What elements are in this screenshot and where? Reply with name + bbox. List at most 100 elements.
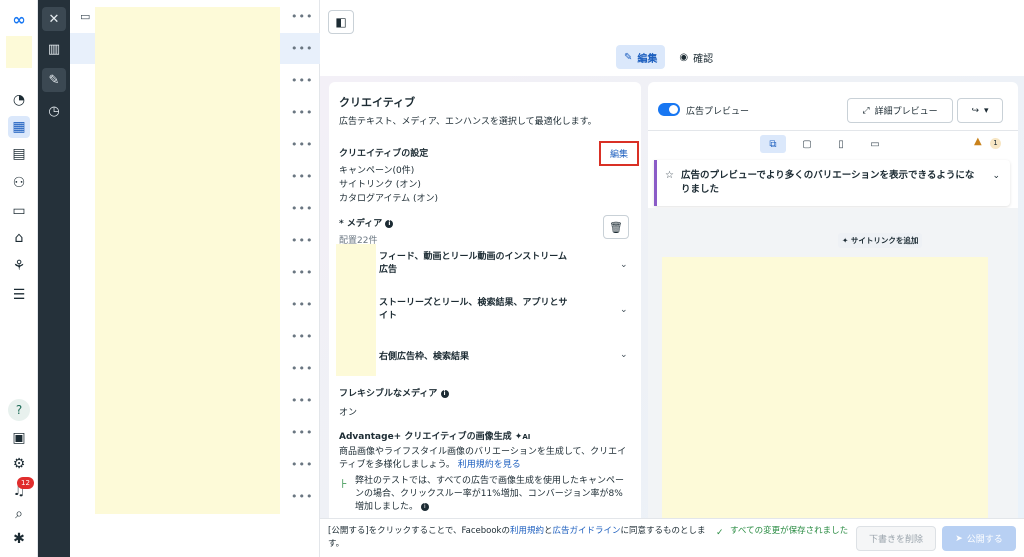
media-placement-row[interactable]: フィード、動画とリール動画のインストリーム広告 bbox=[379, 251, 569, 277]
billing-icon[interactable]: ▭ bbox=[8, 200, 30, 222]
megaphone-icon[interactable]: ⌂ bbox=[8, 227, 30, 249]
preview-notice-text: 広告のプレビューでより多くのバリエーションを表示できるようになりました bbox=[681, 170, 975, 195]
row-menu-icon[interactable]: ••• bbox=[291, 490, 313, 503]
eye-icon: ◉ bbox=[679, 51, 689, 63]
gear-icon[interactable]: ⚙ bbox=[8, 453, 30, 475]
row-menu-icon[interactable]: ••• bbox=[291, 106, 313, 119]
gauge-icon[interactable]: ◔ bbox=[8, 89, 30, 111]
settings-line: サイトリンク (オン) bbox=[339, 180, 421, 190]
detail-preview-button[interactable]: ⤢ 詳細プレビュー bbox=[847, 98, 953, 123]
tab-edit-label: 編集 bbox=[637, 53, 658, 65]
chevron-down-icon[interactable]: ⌄ bbox=[992, 171, 1000, 181]
editor-main: ◧ ✎ 編集 ◉ 確認 クリエイティブ 広告テキスト、メディア、エンハンスを選択… bbox=[320, 0, 1024, 557]
chevron-down-icon[interactable]: ⌄ bbox=[620, 350, 628, 360]
tab-review[interactable]: ◉ 確認 bbox=[671, 45, 721, 69]
row-menu-icon[interactable]: ••• bbox=[291, 266, 313, 279]
terms-link[interactable]: 利用規約を見る bbox=[458, 460, 521, 470]
trash-icon[interactable]: 🗑 bbox=[603, 215, 629, 239]
publish-button[interactable]: ➤ 公開する bbox=[942, 526, 1016, 551]
row-menu-icon[interactable]: ••• bbox=[291, 10, 313, 23]
preview-toggle[interactable] bbox=[658, 103, 680, 116]
add-sitelink-button[interactable]: ✦ サイトリンクを追加 bbox=[838, 233, 923, 248]
info-icon[interactable]: i bbox=[420, 502, 429, 511]
row-menu-icon[interactable]: ••• bbox=[291, 42, 313, 55]
bug-icon[interactable]: ✱ bbox=[8, 528, 30, 550]
media-placement-row[interactable]: 右側広告枠、検索結果 bbox=[379, 351, 569, 364]
row-menu-icon[interactable]: ••• bbox=[291, 74, 313, 87]
app-root: ∞ ◔ ▦ ▤ ⚇ ▭ ⌂ ⚘ ☰ ? ▣ ⚙ ♫ 12 ⌕ ✱ ✕ ▥ ✎ ◷… bbox=[0, 0, 1024, 557]
tab-review-label: 確認 bbox=[693, 53, 714, 65]
media-thumbnail-placeholder bbox=[336, 244, 376, 376]
caret-down-icon: ▾ bbox=[984, 105, 989, 116]
test-stat-text: 弊社のテストでは、すべての広告で画像生成を使用したキャンペーンの場合、クリックス… bbox=[355, 476, 625, 512]
campaign-tree: ▭ ••• ••• ••• ••• ••• ••• ••• ••• ••• ••… bbox=[70, 0, 320, 557]
discard-draft-button[interactable]: 下書きを削除 bbox=[856, 526, 936, 551]
tab-edit[interactable]: ✎ 編集 bbox=[616, 45, 666, 69]
folder-icon[interactable]: ▭ bbox=[80, 10, 90, 23]
creative-title: クリエイティブ bbox=[339, 96, 416, 109]
chart-icon[interactable]: ▥ bbox=[42, 37, 66, 61]
media-placement-row[interactable]: ストーリーズとリール、検索結果、アプリとサイト bbox=[379, 297, 569, 323]
share-button[interactable]: ↪ ▾ bbox=[957, 98, 1003, 123]
phone-icon[interactable]: ▯ bbox=[828, 135, 854, 153]
guidelines-link[interactable]: 広告ガイドライン bbox=[553, 526, 621, 536]
search-icon[interactable]: ⌕ bbox=[8, 503, 30, 525]
flex-media-title: フレキシブルなメディア i bbox=[339, 386, 449, 399]
desktop-mobile-icon[interactable]: ⧉ bbox=[760, 135, 786, 153]
meta-logo-icon[interactable]: ∞ bbox=[8, 8, 30, 30]
consent-prefix: [公開する]をクリックすることで、Facebookの bbox=[328, 526, 510, 536]
warning-icon[interactable]: ▲ bbox=[974, 136, 982, 147]
creative-card: クリエイティブ 広告テキスト、メディア、エンハンスを選択して最適化します。 クリ… bbox=[329, 82, 641, 557]
test-stat: 弊社のテストでは、すべての広告で画像生成を使用したキャンペーンの場合、クリックス… bbox=[355, 475, 630, 514]
row-menu-icon[interactable]: ••• bbox=[291, 362, 313, 375]
settings-line: カタログアイテム (オン) bbox=[339, 194, 438, 204]
row-menu-icon[interactable]: ••• bbox=[291, 138, 313, 151]
row-menu-icon[interactable]: ••• bbox=[291, 426, 313, 439]
people-icon[interactable]: ⚇ bbox=[8, 172, 30, 194]
advantage-description: 商品画像やライフスタイル画像のバリエーションを生成して、クリエイティブを多様化し… bbox=[339, 446, 629, 472]
row-menu-icon[interactable]: ••• bbox=[291, 458, 313, 471]
terms-link[interactable]: 利用規約 bbox=[510, 526, 544, 536]
row-menu-icon[interactable]: ••• bbox=[291, 394, 313, 407]
ad-preview-placeholder bbox=[662, 257, 988, 557]
saved-status: すべての変更が保存されました bbox=[730, 526, 849, 536]
publish-label: 公開する bbox=[966, 535, 1003, 545]
pencil-icon[interactable]: ✎ bbox=[42, 68, 66, 92]
editor-toolbar: ◧ ✎ 編集 ◉ 確認 bbox=[320, 0, 1024, 76]
advantage-title: Advantage+ クリエイティブの画像生成 ✦AI bbox=[339, 429, 530, 442]
row-menu-icon[interactable]: ••• bbox=[291, 170, 313, 183]
network-icon[interactable]: ⚘ bbox=[8, 255, 30, 277]
sparkle-icon: ✦ bbox=[842, 236, 849, 245]
toggle-panel-button[interactable]: ◧ bbox=[328, 10, 354, 34]
ai-label: AI bbox=[522, 433, 531, 441]
star-icon[interactable]: ☆ bbox=[665, 170, 674, 181]
consent-message: [公開する]をクリックすることで、Facebookの利用規約と広告ガイドラインに… bbox=[328, 525, 708, 551]
info-icon[interactable]: i bbox=[385, 219, 394, 228]
info-icon[interactable]: i bbox=[440, 389, 449, 398]
ad-preview-panel: 広告プレビュー ⤢ 詳細プレビュー ↪ ▾ ⧉ ▢ ▯ ▭ ▲ 1 ☆ 広告のプ… bbox=[648, 82, 1018, 557]
clock-icon[interactable]: ◷ bbox=[42, 99, 66, 123]
pages-icon[interactable]: ▤ bbox=[8, 143, 30, 165]
menu-icon[interactable]: ☰ bbox=[8, 284, 30, 306]
preview-notice[interactable]: ☆ 広告のプレビューでより多くのバリエーションを表示できるようになりました ⌄ bbox=[654, 160, 1010, 206]
trend-icon: ⺊ bbox=[339, 480, 349, 490]
chevron-down-icon[interactable]: ⌄ bbox=[620, 305, 628, 315]
warning-count: 1 bbox=[990, 138, 1001, 149]
expand-icon: ⤢ bbox=[862, 105, 870, 116]
chevron-down-icon[interactable]: ⌄ bbox=[620, 260, 628, 270]
row-menu-icon[interactable]: ••• bbox=[291, 330, 313, 343]
account-placeholder bbox=[6, 36, 32, 68]
creative-subtitle: 広告テキスト、メディア、エンハンスを選択して最適化します。 bbox=[339, 117, 597, 127]
media-title: * メディア i bbox=[339, 216, 394, 229]
square-icon[interactable]: ▢ bbox=[794, 135, 820, 153]
news-icon[interactable]: ▣ bbox=[8, 427, 30, 449]
close-icon[interactable]: ✕ bbox=[42, 7, 66, 31]
landscape-icon[interactable]: ▭ bbox=[862, 135, 888, 153]
nav-rail: ∞ ◔ ▦ ▤ ⚇ ▭ ⌂ ⚘ ☰ ? ▣ ⚙ ♫ 12 ⌕ ✱ bbox=[0, 0, 38, 557]
row-menu-icon[interactable]: ••• bbox=[291, 298, 313, 311]
row-menu-icon[interactable]: ••• bbox=[291, 202, 313, 215]
row-menu-icon[interactable]: ••• bbox=[291, 234, 313, 247]
edit-settings-button[interactable]: 編集 bbox=[599, 141, 639, 166]
table-icon[interactable]: ▦ bbox=[8, 116, 30, 138]
help-icon[interactable]: ? bbox=[8, 399, 30, 421]
